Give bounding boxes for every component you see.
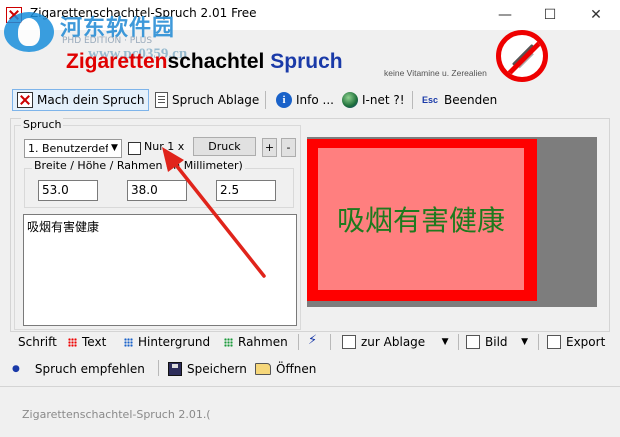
menu-mach-label: Mach dein Spruch — [37, 93, 145, 107]
lightning-icon — [308, 333, 320, 350]
export-label: Export — [566, 335, 606, 349]
globe-icon — [342, 92, 358, 108]
color-dots-icon — [124, 337, 133, 347]
toolbar-separator — [458, 334, 459, 350]
brand-part-3: Spruch — [270, 50, 343, 73]
toolbar-separator — [330, 334, 331, 350]
menu-info[interactable]: i Info ... — [272, 89, 338, 111]
brand-part-1: Zigaretten — [66, 50, 168, 73]
menu-beenden-label: Beenden — [444, 93, 498, 107]
minimize-button[interactable]: — — [482, 0, 528, 30]
spruch-text-area[interactable]: 吸烟有害健康 — [23, 214, 297, 326]
druck-button[interactable]: Druck — [193, 137, 256, 156]
nur-1x-label: Nur 1 x — [144, 140, 185, 153]
oeffnen-button[interactable]: Öffnen — [255, 361, 316, 377]
toolbar-separator — [158, 360, 159, 376]
bullet-icon: ● — [12, 364, 20, 374]
watermark-subtext: PHD EDITION · PLUS — [62, 36, 153, 46]
rahmen-button[interactable]: Rahmen — [224, 333, 288, 351]
brand-part-2: schachtel — [167, 50, 271, 73]
minus-button[interactable]: - — [281, 138, 296, 157]
info-icon: i — [276, 92, 292, 108]
color-dots-icon — [68, 337, 77, 347]
menu-separator — [412, 91, 413, 109]
cigarette-box-icon — [17, 92, 33, 108]
color-dots-icon — [224, 337, 233, 347]
schrift-button[interactable]: Schrift — [18, 333, 57, 351]
hintergrund-button[interactable]: Hintergrund — [124, 333, 210, 351]
document-icon — [155, 92, 168, 108]
lightning-button[interactable] — [308, 333, 320, 351]
empfehlen-label: Spruch empfehlen — [34, 362, 145, 376]
bild-label: Bild — [485, 335, 508, 349]
zur-ablage-label: zur Ablage — [361, 335, 426, 349]
menu-inet-label: I-net ?! — [362, 93, 405, 107]
menu-separator — [265, 91, 266, 109]
breite-input[interactable]: 53.0 — [38, 180, 98, 201]
nur-1x-checkbox[interactable] — [128, 142, 141, 155]
text-color-button[interactable]: Text — [68, 333, 106, 351]
zur-ablage-button[interactable]: zur Ablage ▼ — [342, 333, 449, 351]
export-icon — [547, 335, 561, 349]
hintergrund-label: Hintergrund — [138, 335, 211, 349]
status-divider — [0, 386, 620, 387]
dropdown-arrow-icon: ▼ — [512, 337, 529, 347]
rahmen-label: Rahmen — [238, 335, 288, 349]
text-color-label: Text — [82, 335, 107, 349]
menu-beenden[interactable]: Esc Beenden — [418, 89, 501, 111]
no-smoking-icon — [496, 30, 548, 82]
toolbar-separator — [298, 334, 299, 350]
image-icon — [466, 335, 480, 349]
close-button[interactable]: ✕ — [573, 0, 619, 30]
preview-text: 吸烟有害健康 — [336, 204, 505, 237]
speichern-button[interactable]: Speichern — [168, 361, 247, 377]
save-icon — [168, 362, 182, 376]
plus-button[interactable]: + — [262, 138, 277, 157]
spruch-empfehlen-button[interactable]: ● Spruch empfehlen — [12, 361, 145, 377]
bild-button[interactable]: Bild ▼ — [466, 333, 528, 351]
speichern-label: Speichern — [187, 362, 247, 376]
export-button[interactable]: Export — [547, 333, 605, 351]
watermark-logo-icon — [4, 12, 54, 52]
menu-mach-dein-spruch[interactable]: Mach dein Spruch — [12, 89, 150, 111]
dimensions-label: Breite / Höhe / Rahmen (in Millimeter) — [32, 159, 245, 172]
hoehe-input[interactable]: 38.0 — [127, 180, 187, 201]
menu-ablage-label: Spruch Ablage — [172, 93, 260, 107]
menu-info-label: Info ... — [296, 93, 334, 107]
dropdown-arrow-icon: ▼ — [430, 337, 449, 347]
oeffnen-label: Öffnen — [276, 362, 317, 376]
chevron-down-icon[interactable]: ▼ — [108, 140, 121, 157]
status-text: Zigarettenschachtel-Spruch 2.01.( — [22, 408, 211, 421]
menu-spruch-ablage[interactable]: Spruch Ablage — [151, 89, 263, 111]
brand-title: Zigarettenschachtel Spruch — [66, 50, 343, 74]
esc-key-icon: Esc — [422, 95, 439, 105]
maximize-button[interactable]: ☐ — [527, 0, 573, 30]
menu-inet[interactable]: I-net ?! — [338, 89, 409, 111]
ablage-icon — [342, 335, 356, 349]
toolbar-separator — [538, 334, 539, 350]
preview-label: 吸烟有害健康 — [318, 148, 524, 290]
spruch-group-label: Spruch — [21, 118, 64, 131]
schrift-label: Schrift — [18, 335, 57, 349]
rahmen-input[interactable]: 2.5 — [216, 180, 276, 201]
folder-open-icon — [255, 363, 271, 375]
tagline: keine Vitamine u. Zerealien — [384, 68, 487, 78]
